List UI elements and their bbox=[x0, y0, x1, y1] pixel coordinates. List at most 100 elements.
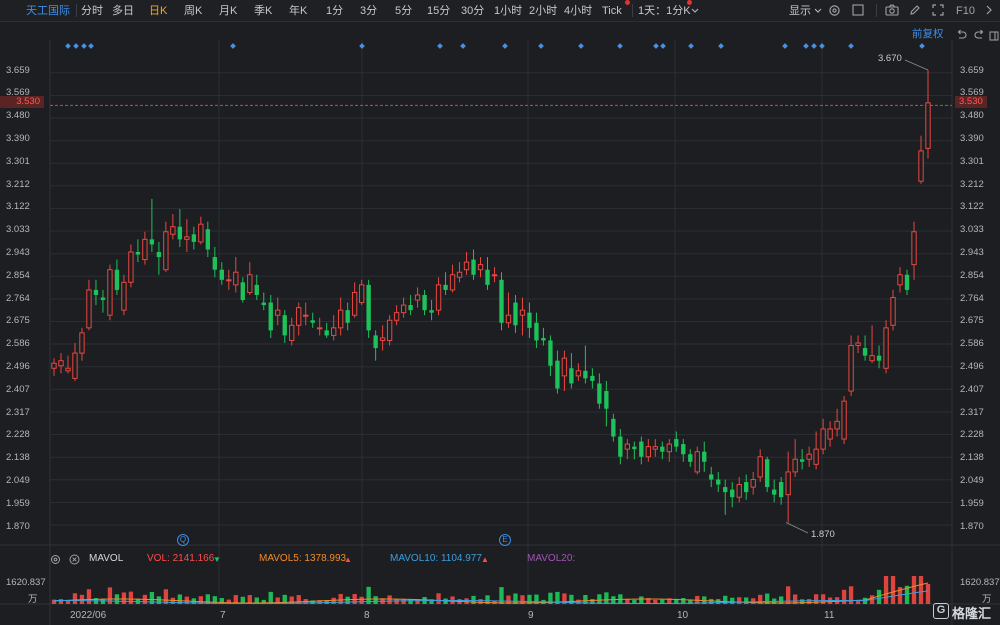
camera-icon[interactable] bbox=[885, 3, 899, 17]
checkbox-icon[interactable] bbox=[851, 3, 865, 17]
tab-multi-day[interactable]: 多日 bbox=[112, 3, 134, 19]
y-tick: 3.033 bbox=[960, 224, 984, 235]
y-tick: 3.480 bbox=[960, 110, 984, 121]
candle-body bbox=[541, 337, 546, 341]
volume-bar bbox=[408, 599, 413, 604]
volume-bar bbox=[65, 599, 71, 604]
candle-body bbox=[806, 453, 812, 460]
candle-body bbox=[254, 284, 259, 295]
tab-5min[interactable]: 5分 bbox=[395, 3, 412, 19]
volume-bar bbox=[282, 594, 287, 604]
settings-icon[interactable] bbox=[827, 3, 841, 17]
panel-icon[interactable] bbox=[989, 28, 999, 46]
y-tick: 1.870 bbox=[960, 521, 984, 532]
divider bbox=[632, 4, 633, 17]
earnings-marker[interactable]: E bbox=[499, 534, 511, 546]
volume-bar bbox=[779, 596, 784, 604]
tab-30min[interactable]: 30分 bbox=[461, 3, 484, 19]
volume-bar bbox=[457, 599, 462, 604]
volume-bar bbox=[247, 595, 252, 604]
tab-1hour[interactable]: 1小时 bbox=[494, 3, 522, 19]
quarter-report-marker[interactable]: Q bbox=[177, 534, 189, 546]
chevron-down-icon[interactable] bbox=[811, 4, 825, 18]
custom-period-dropdown[interactable]: 1天：1分K bbox=[638, 3, 691, 19]
volume-bar bbox=[464, 598, 469, 604]
volume-bar bbox=[275, 597, 280, 604]
candle-body bbox=[240, 282, 245, 301]
candle-body bbox=[624, 443, 631, 450]
tab-monthly-k[interactable]: 月K bbox=[219, 3, 237, 19]
candle-body bbox=[135, 252, 141, 255]
x-label: 9 bbox=[528, 610, 534, 621]
tab-2hour[interactable]: 2小时 bbox=[529, 3, 557, 19]
y-tick: 2.675 bbox=[6, 315, 30, 326]
candle-body bbox=[170, 226, 176, 235]
display-menu[interactable]: 显示 bbox=[789, 3, 811, 19]
volume-bar bbox=[394, 598, 399, 604]
volume-bar bbox=[93, 598, 99, 604]
brand-logo-icon: G bbox=[933, 603, 949, 619]
candle-body bbox=[848, 345, 854, 392]
edit-icon[interactable] bbox=[908, 3, 922, 17]
volume-bar bbox=[429, 599, 434, 604]
candle-body bbox=[226, 279, 232, 282]
volume-bar bbox=[114, 594, 120, 604]
event-marker bbox=[502, 43, 508, 49]
volume-bar bbox=[527, 594, 532, 604]
tab-quarterly-k[interactable]: 季K bbox=[254, 3, 272, 19]
event-marker bbox=[653, 43, 659, 49]
candle-body bbox=[660, 446, 665, 452]
divider bbox=[876, 4, 877, 17]
candle-body bbox=[205, 229, 210, 250]
candle-body bbox=[583, 370, 588, 379]
volume-bar bbox=[471, 595, 476, 604]
y-tick: 2.138 bbox=[6, 452, 30, 463]
volume-bar bbox=[170, 597, 176, 604]
volume-bar bbox=[436, 593, 441, 604]
candle-body bbox=[750, 479, 756, 488]
candle-body bbox=[289, 324, 295, 341]
volume-bar bbox=[373, 596, 378, 604]
tab-4hour[interactable]: 4小时 bbox=[564, 3, 592, 19]
redo-icon[interactable] bbox=[974, 27, 985, 45]
tab-1min[interactable]: 1分 bbox=[326, 3, 343, 19]
y-tick: 2.854 bbox=[6, 270, 30, 281]
adjust-restore-toggle[interactable]: 前复权 bbox=[912, 26, 944, 41]
volume-indicator-name[interactable]: MAVOL bbox=[89, 553, 123, 564]
tab-3min[interactable]: 3分 bbox=[360, 3, 377, 19]
tab-15min[interactable]: 15分 bbox=[427, 3, 450, 19]
tab-daily-k[interactable]: 日K bbox=[149, 3, 167, 19]
tab-weekly-k[interactable]: 周K bbox=[184, 3, 202, 19]
chevron-right-icon[interactable] bbox=[982, 3, 996, 17]
event-marker bbox=[718, 43, 724, 49]
chevron-down-icon[interactable] bbox=[688, 4, 702, 18]
fullscreen-icon[interactable] bbox=[931, 3, 945, 17]
tab-tick[interactable]: Tick bbox=[602, 3, 622, 19]
f10-button[interactable]: F10 bbox=[956, 3, 975, 19]
tab-intraday[interactable]: 分时 bbox=[81, 3, 103, 19]
volume-bar bbox=[562, 593, 567, 604]
volume-bar bbox=[597, 594, 602, 604]
volume-bar bbox=[338, 594, 343, 604]
candle-body bbox=[569, 368, 574, 384]
candlestick-chart[interactable] bbox=[0, 0, 1000, 625]
candle-body bbox=[890, 297, 896, 326]
stock-name[interactable]: 天工国际 bbox=[26, 3, 70, 19]
volume-bar bbox=[268, 591, 273, 604]
volume-bar bbox=[730, 597, 735, 604]
close-icon[interactable] bbox=[69, 552, 80, 570]
candle-body bbox=[429, 310, 434, 313]
volume-bar bbox=[548, 592, 553, 604]
volume-bar bbox=[58, 599, 64, 604]
volume-bar bbox=[380, 598, 385, 604]
candle-body bbox=[107, 269, 113, 316]
undo-icon[interactable] bbox=[956, 27, 967, 45]
candle-body bbox=[639, 441, 644, 457]
candle-body bbox=[58, 360, 64, 367]
tab-yearly-k[interactable]: 年K bbox=[289, 3, 307, 19]
volume-bar bbox=[506, 595, 511, 604]
volume-bar bbox=[541, 599, 546, 604]
volume-bar bbox=[590, 599, 595, 604]
settings-icon[interactable] bbox=[50, 552, 61, 570]
y-tick: 2.764 bbox=[960, 293, 984, 304]
